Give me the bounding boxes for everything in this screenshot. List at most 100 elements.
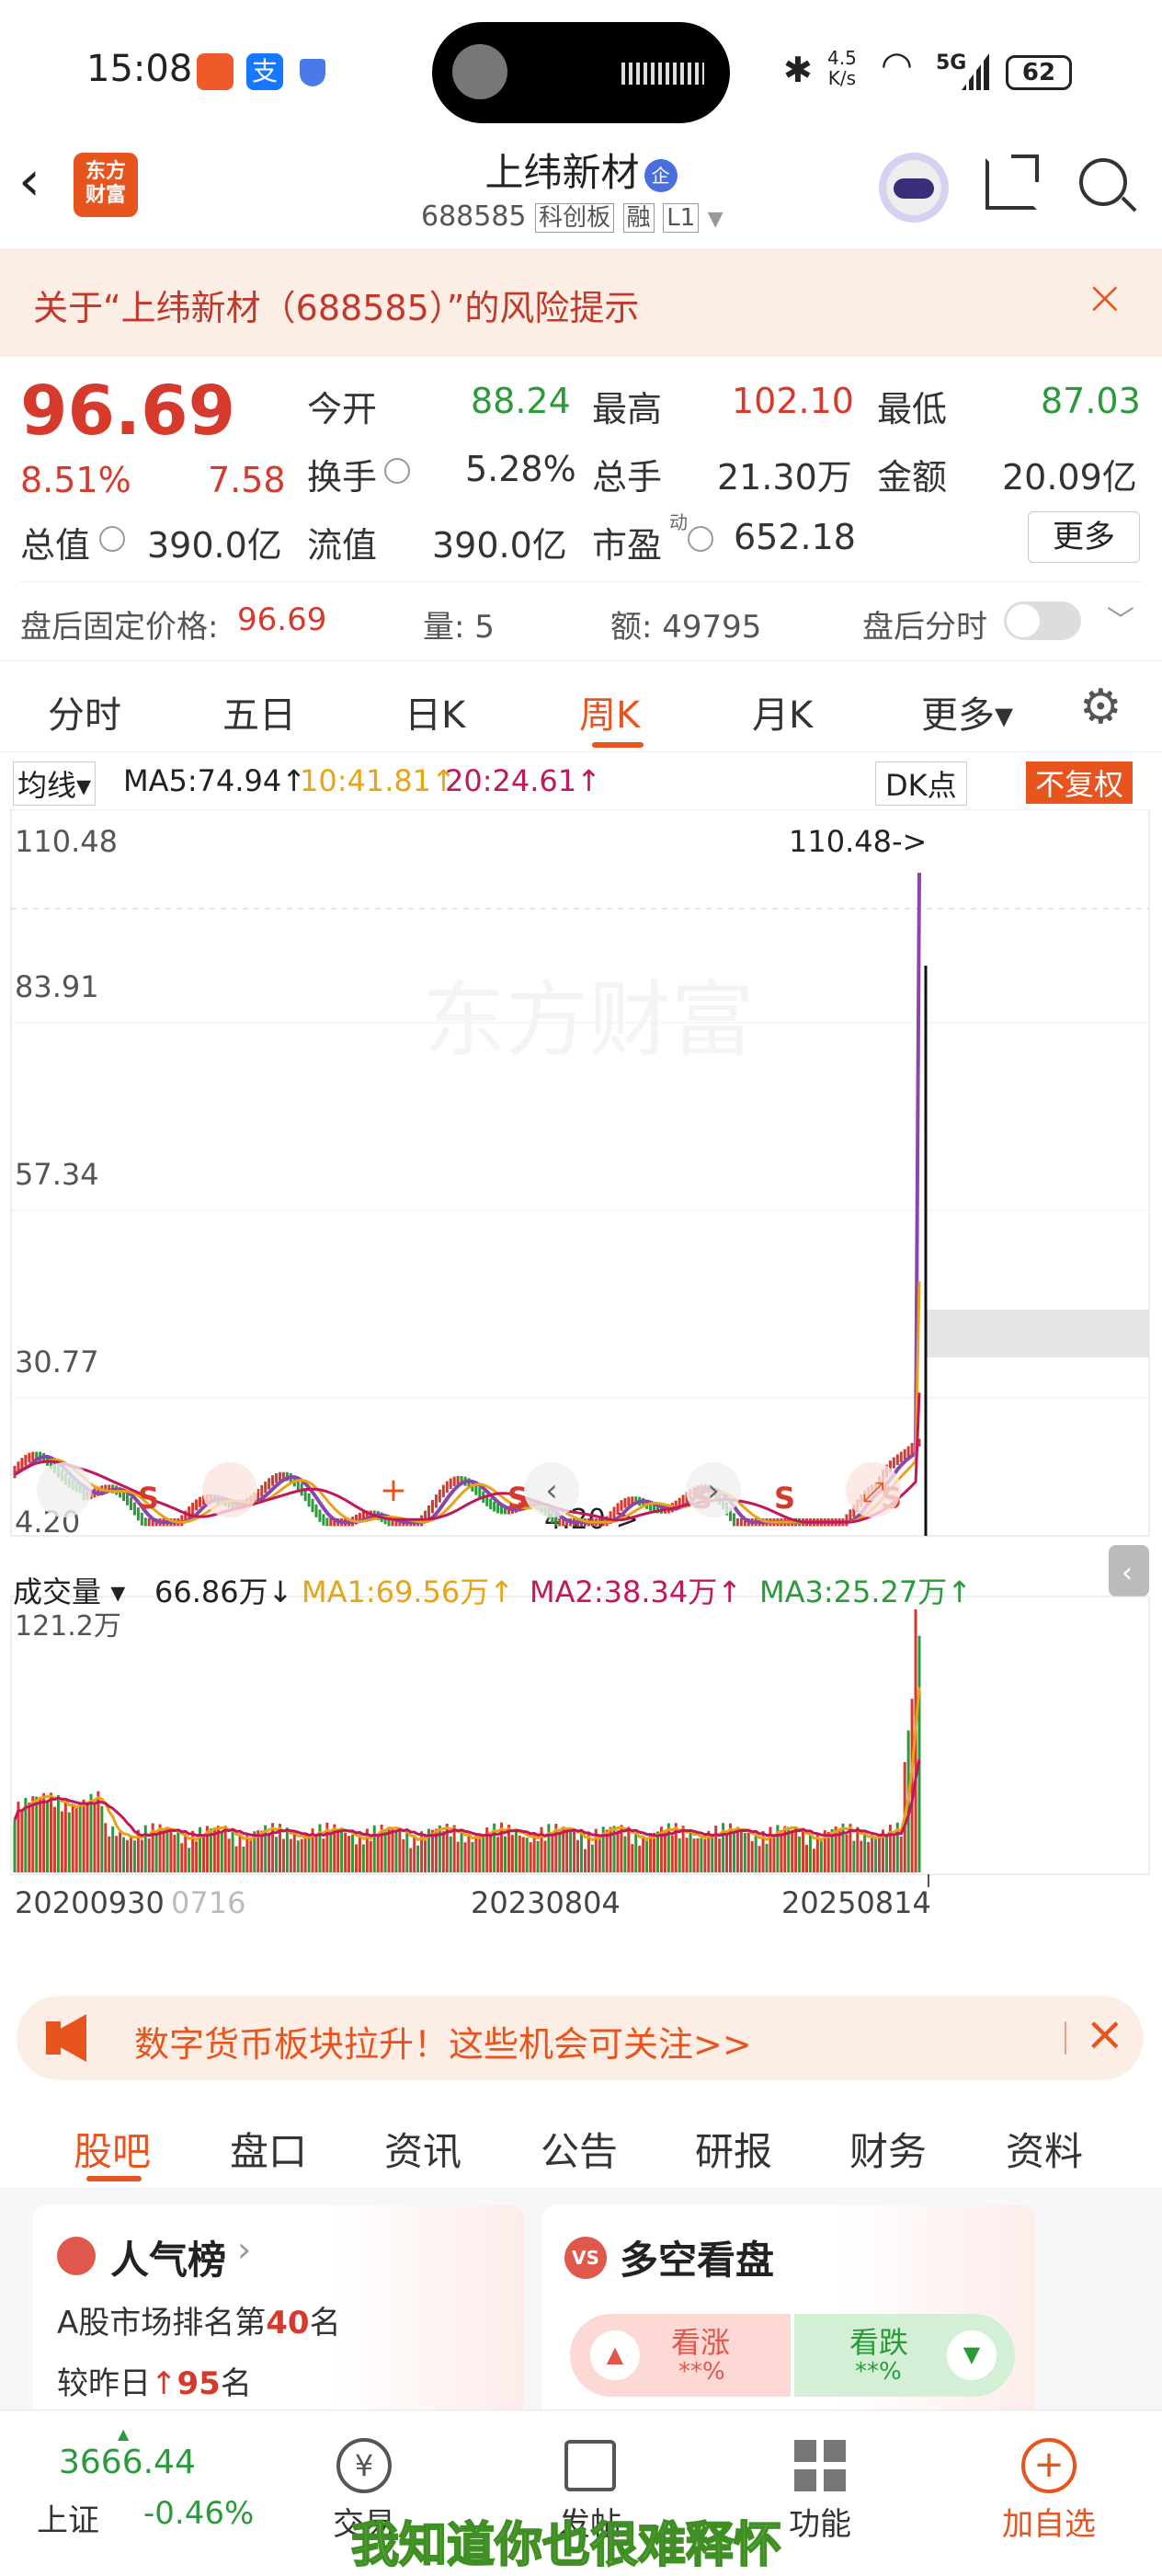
- tab-daily-k[interactable]: 日K: [404, 685, 465, 738]
- risk-warning-banner[interactable]: 关于“上纬新材（688585）”的风险提示 ×: [0, 248, 1162, 357]
- search-icon[interactable]: [1079, 158, 1127, 206]
- volume-bar: [714, 1826, 718, 1872]
- kline-chart-area: 均线▾ MA5:74.94↑ 10:41.81↑ 20:24.61↑ DK点 不…: [0, 752, 1162, 1966]
- x-label: 20200930: [15, 1885, 165, 1920]
- volume-bar: [300, 1838, 303, 1872]
- volume-selector-label: 成交量: [13, 1574, 102, 1609]
- stock-title-block[interactable]: 上纬新材 企: [368, 142, 794, 198]
- nav-add-watchlist[interactable]: + 加自选: [989, 2421, 1109, 2559]
- volume-bar: [718, 1838, 722, 1872]
- close-icon[interactable]: ×: [1085, 270, 1125, 326]
- volume-bar: [405, 1830, 409, 1872]
- volume-bar: [743, 1833, 746, 1872]
- stock-code-line: 688585 科创板 融 L1 ▼: [421, 199, 723, 233]
- volume-bar: [344, 1832, 347, 1872]
- more-button[interactable]: 更多: [1028, 511, 1140, 563]
- popularity-card[interactable]: 人气榜 › A股市场排名第40名 较昨日↑95名: [33, 2205, 524, 2417]
- pe-label: 市盈: [592, 525, 663, 566]
- volume-bar: [143, 1825, 147, 1872]
- volume-bar: [845, 1834, 849, 1872]
- feature-cards: 人气榜 › A股市场排名第40名 较昨日↑95名 VS 多空看盘 ▲ 看涨 **…: [0, 2189, 1162, 2417]
- tab-five-day[interactable]: 五日: [222, 685, 296, 738]
- bull-button[interactable]: ▲ 看涨 **%: [570, 2314, 791, 2397]
- kline-svg[interactable]: 东方财富 110.48 83.91 57.34 30.77 4.20 110.4…: [0, 809, 1162, 1959]
- tab-orderbook[interactable]: 盘口: [230, 2121, 307, 2177]
- ma20-value: 20:24.61↑: [445, 763, 601, 798]
- volume-bar: [56, 1794, 60, 1872]
- tab-forum[interactable]: 股吧: [74, 2121, 151, 2177]
- sentiment-card[interactable]: VS 多空看盘 ▲ 看涨 **% 看跌 **% ▼: [542, 2205, 1035, 2417]
- eastmoney-logo[interactable]: 东方 财富: [74, 153, 138, 217]
- info-icon[interactable]: [688, 526, 713, 552]
- volume-bar: [551, 1834, 554, 1872]
- risk-warning-text: 关于“上纬新材（688585）”的风险提示: [33, 288, 640, 328]
- tab-news[interactable]: 资讯: [384, 2121, 461, 2177]
- tab-intraday[interactable]: 分时: [48, 685, 121, 738]
- chevron-down-icon[interactable]: ﹀: [1107, 598, 1134, 638]
- change-percent: 8.51%: [20, 460, 131, 500]
- tab-monthly-k[interactable]: 月K: [752, 685, 813, 738]
- chevron-left-icon: ‹: [1122, 1557, 1133, 1589]
- volume-bar: [173, 1835, 177, 1872]
- volume-current: 66.86万↓: [154, 1574, 293, 1609]
- adjustment-button[interactable]: 不复权: [1026, 761, 1134, 804]
- ma-selector[interactable]: 均线▾: [13, 761, 97, 806]
- volume-bar: [489, 1834, 493, 1872]
- volume-bar: [798, 1836, 802, 1872]
- y-tick: 83.91: [15, 969, 99, 1004]
- volume-bar: [739, 1831, 743, 1872]
- volume-label: 总手: [592, 457, 663, 498]
- dropdown-caret-icon[interactable]: ▼: [708, 208, 723, 231]
- bear-button[interactable]: 看跌 **% ▼: [794, 2314, 1015, 2397]
- volume-bar: [424, 1837, 427, 1872]
- volume-bar: [329, 1834, 333, 1872]
- sell-signal: S: [774, 1481, 795, 1516]
- info-icon[interactable]: [384, 458, 410, 484]
- tab-more[interactable]: 更多▾: [921, 685, 1013, 738]
- close-icon[interactable]: ×: [1085, 2007, 1125, 2062]
- volume-bar: [188, 1848, 191, 1872]
- volume-bar: [780, 1830, 783, 1872]
- volume-bar: [543, 1840, 547, 1872]
- market-cap-value: 390.0亿: [147, 525, 282, 566]
- back-icon[interactable]: ‹: [18, 149, 40, 213]
- volume-bar: [452, 1825, 456, 1872]
- market-cap-label: 总值: [20, 525, 91, 566]
- volume-bar: [351, 1834, 355, 1872]
- after-hours-toggle[interactable]: [1004, 601, 1081, 640]
- volume-bar: [642, 1836, 645, 1872]
- board-tag: 科创板: [535, 203, 615, 233]
- volume-bar: [358, 1834, 361, 1872]
- info-icon[interactable]: [99, 526, 125, 552]
- volume-bar: [689, 1830, 692, 1872]
- battery-icon: 62: [1006, 55, 1072, 90]
- volume-bar: [340, 1828, 344, 1872]
- volume-bar: [670, 1835, 674, 1872]
- settings-icon[interactable]: ⚙: [1079, 680, 1122, 735]
- volume-bar: [627, 1826, 631, 1872]
- volume-bar: [115, 1836, 119, 1872]
- dk-point-selector[interactable]: DK点: [875, 761, 967, 806]
- volume-bar: [227, 1838, 231, 1872]
- tab-announcements[interactable]: 公告: [541, 2121, 618, 2177]
- index-name: 上证: [37, 2502, 99, 2539]
- index-ticker[interactable]: ▲ 3666.44 上证 -0.46%: [0, 2410, 254, 2576]
- volume-bar: [231, 1828, 234, 1872]
- volume-bar: [529, 1842, 532, 1872]
- volume-bar: [482, 1834, 485, 1872]
- tab-profile[interactable]: 资料: [1006, 2121, 1083, 2177]
- rank-suffix: 名: [309, 2305, 341, 2341]
- tab-financials[interactable]: 财务: [849, 2121, 927, 2177]
- promo-banner[interactable]: 数字货币板块拉升！这些机会可关注>> ×: [17, 1996, 1144, 2080]
- tab-weekly-k[interactable]: 周K: [579, 685, 640, 738]
- tab-research[interactable]: 研报: [695, 2121, 772, 2177]
- y-tick: 110.48: [15, 824, 118, 859]
- nav-functions[interactable]: 功能: [774, 2421, 866, 2559]
- after-hours-amount: 额: 49795: [610, 609, 762, 646]
- volume-selector[interactable]: 成交量 ▾: [13, 1569, 125, 1611]
- volume-bar: [281, 1838, 285, 1872]
- x-label: 20250814: [781, 1885, 931, 1920]
- volume-bar: [292, 1833, 296, 1872]
- assistant-robot-icon[interactable]: [879, 153, 949, 223]
- volume-bar: [391, 1826, 394, 1872]
